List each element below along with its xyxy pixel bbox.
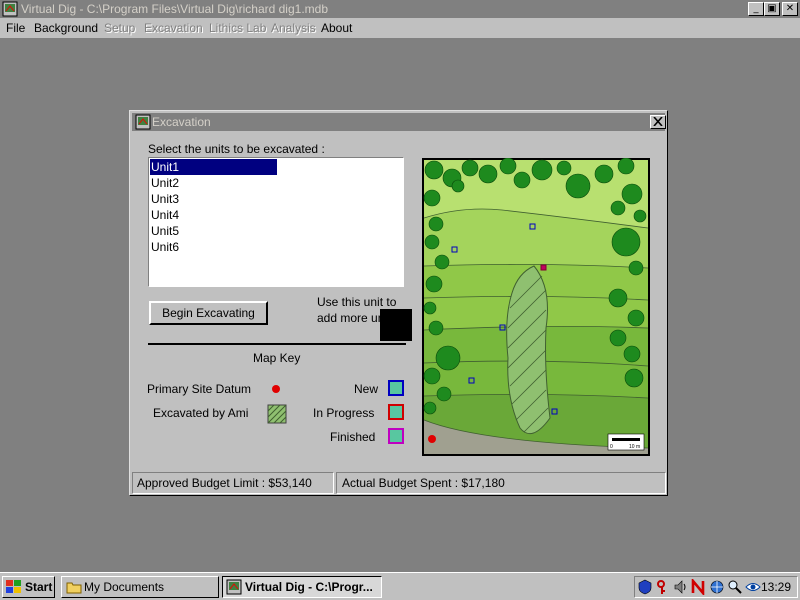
task-virtual-dig[interactable]: Virtual Dig - C:\Progr... xyxy=(222,576,382,598)
dialog-close-button[interactable] xyxy=(650,115,666,129)
dialog-title: Excavation xyxy=(152,115,211,129)
app-icon xyxy=(226,579,242,595)
start-label: Start xyxy=(25,580,53,594)
new-unit-template[interactable] xyxy=(380,309,412,341)
key-label-datum: Primary Site Datum xyxy=(147,382,252,396)
excavation-dialog: Excavation Select the units to be excava… xyxy=(129,110,668,496)
dialog-title-bar[interactable]: Excavation xyxy=(132,113,666,131)
minimize-button[interactable]: _ xyxy=(748,2,764,16)
menu-about[interactable]: About xyxy=(321,21,352,35)
clock[interactable]: 13:29 xyxy=(761,580,791,594)
key-label-finished: Finished xyxy=(330,430,376,444)
antivirus-icon[interactable] xyxy=(691,579,707,595)
menu-lithics-lab[interactable]: Lithics Lab xyxy=(209,21,266,35)
map-key-title: Map Key xyxy=(253,351,301,365)
windows-logo-icon xyxy=(6,580,21,593)
close-button[interactable]: ✕ xyxy=(782,2,798,16)
site-map[interactable]: 0 10 m xyxy=(422,158,650,456)
app-icon[interactable] xyxy=(2,1,18,17)
menu-excavation[interactable]: Excavation xyxy=(144,21,203,35)
task-my-documents[interactable]: My Documents xyxy=(61,576,219,598)
folder-icon xyxy=(66,582,82,594)
list-item-unit1[interactable]: Unit1 xyxy=(150,159,277,175)
eye-icon[interactable] xyxy=(745,579,761,595)
scale-start: 0 xyxy=(610,444,613,450)
task-label: My Documents xyxy=(84,580,165,594)
list-item-unit6[interactable]: Unit6 xyxy=(150,239,277,255)
taskbar: Start My Documents Virtual Dig - C:\Prog… xyxy=(0,572,800,600)
dialog-icon xyxy=(135,114,151,130)
list-item-unit2[interactable]: Unit2 xyxy=(150,175,277,191)
system-tray: 13:29 xyxy=(634,576,798,598)
speaker-icon[interactable] xyxy=(673,579,689,595)
budget-spent-status: Actual Budget Spent : $17,180 xyxy=(336,472,666,494)
begin-excavating-button[interactable]: Begin Excavating xyxy=(149,301,268,325)
window-title: Virtual Dig - C:\Program Files\Virtual D… xyxy=(21,2,329,16)
menu-bar: File Background Setup Excavation Lithics… xyxy=(0,18,800,39)
datum-dot-icon xyxy=(272,385,280,393)
budget-limit-status: Approved Budget Limit : $53,140 xyxy=(132,472,334,494)
network-icon[interactable] xyxy=(709,579,725,595)
menu-file[interactable]: File xyxy=(6,21,25,35)
menu-analysis[interactable]: Analysis xyxy=(271,21,316,35)
key-label-new: New xyxy=(354,382,379,396)
menu-setup[interactable]: Setup xyxy=(104,21,135,35)
new-unit-swatch-icon xyxy=(388,380,404,396)
key-label-in-progress: In Progress xyxy=(313,406,375,420)
task-label: Virtual Dig - C:\Progr... xyxy=(245,580,373,594)
close-icon xyxy=(653,116,663,127)
key-icon[interactable] xyxy=(655,579,671,595)
window-title-bar[interactable]: Virtual Dig - C:\Program Files\Virtual D… xyxy=(0,0,800,18)
finished-swatch-icon xyxy=(388,428,404,444)
list-item-unit5[interactable]: Unit5 xyxy=(150,223,277,239)
in-progress-swatch-icon xyxy=(388,404,404,420)
list-item-unit3[interactable]: Unit3 xyxy=(150,191,277,207)
list-item-unit4[interactable]: Unit4 xyxy=(150,207,277,223)
shield-icon[interactable] xyxy=(637,579,653,595)
units-listbox[interactable]: Unit1 Unit2 Unit3 Unit4 Unit5 Unit6 xyxy=(148,157,404,287)
magnifier-icon[interactable] xyxy=(727,579,743,595)
key-label-excavated: Excavated by Ami xyxy=(153,406,249,420)
menu-background[interactable]: Background xyxy=(34,21,98,35)
excavated-swatch-icon xyxy=(267,404,287,424)
maximize-button[interactable]: ▣ xyxy=(764,2,780,16)
map-key-divider xyxy=(148,343,406,345)
select-units-prompt: Select the units to be excavated : xyxy=(148,142,325,156)
scale-end: 10 m xyxy=(629,444,640,450)
start-button[interactable]: Start xyxy=(2,576,55,598)
